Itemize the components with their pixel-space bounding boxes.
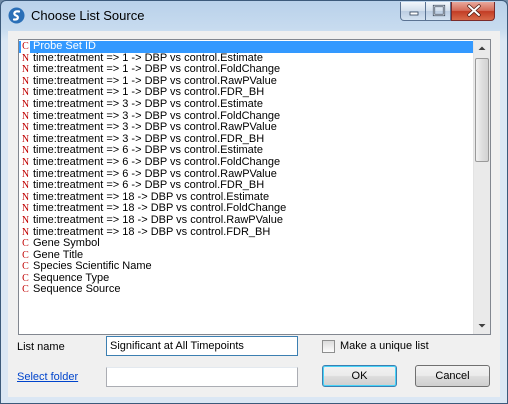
- list-item-label: time:treatment => 18 -> DBP vs control.R…: [33, 213, 283, 226]
- folder-input[interactable]: [106, 367, 298, 387]
- unique-list-checkbox[interactable]: [322, 340, 335, 353]
- column-type-badge: C: [22, 284, 29, 296]
- column-type-badge: N: [21, 191, 30, 203]
- list-name-label: List name: [17, 341, 65, 353]
- column-type-badge: N: [21, 214, 30, 226]
- column-type-badge: N: [21, 226, 30, 238]
- column-type-badge: N: [21, 64, 30, 76]
- scroll-up-arrow-icon[interactable]: [474, 40, 490, 57]
- maximize-icon: [432, 4, 446, 17]
- list-item-label: time:treatment => 6 -> DBP vs control.Es…: [33, 144, 263, 157]
- column-type-badge: N: [21, 180, 30, 192]
- list-item-label: time:treatment => 18 -> DBP vs control.E…: [33, 190, 270, 203]
- cancel-button[interactable]: Cancel: [415, 365, 490, 387]
- list-item-label: time:treatment => 3 -> DBP vs control.Fo…: [33, 109, 281, 122]
- list-item-label: Species Scientific Name: [33, 260, 152, 273]
- minimize-icon: [409, 11, 419, 16]
- list-item-label: Gene Title: [33, 248, 84, 261]
- unique-list-label[interactable]: Make a unique list: [340, 340, 429, 352]
- scroll-down-arrow-icon[interactable]: [474, 317, 490, 334]
- column-type-badge: N: [21, 168, 30, 180]
- column-type-badge: N: [21, 203, 30, 215]
- title-bar[interactable]: Choose List Source: [1, 1, 507, 31]
- column-type-badge: C: [22, 272, 29, 284]
- close-icon: [467, 4, 481, 17]
- column-type-badge: N: [21, 133, 30, 145]
- list-item-label: time:treatment => 6 -> DBP vs control.Fo…: [33, 155, 281, 168]
- column-type-badge: N: [21, 145, 30, 157]
- list-item-label: time:treatment => 1 -> DBP vs control.Fo…: [33, 63, 281, 76]
- column-type-badge: N: [21, 110, 30, 122]
- column-type-badge: N: [21, 156, 30, 168]
- list-item-label: time:treatment => 6 -> DBP vs control.FD…: [33, 179, 265, 192]
- list-item-label: time:treatment => 18 -> DBP vs control.F…: [33, 225, 271, 238]
- list-item-label: time:treatment => 1 -> DBP vs control.Ra…: [33, 74, 277, 87]
- column-type-badge: C: [22, 238, 29, 250]
- column-type-badge: C: [22, 249, 29, 261]
- list-item-label: Sequence Source: [33, 283, 121, 296]
- column-type-badge: C: [21, 41, 30, 53]
- list-item-label: time:treatment => 1 -> DBP vs control.FD…: [33, 86, 265, 99]
- list-item-label: Gene Symbol: [33, 237, 100, 250]
- close-button[interactable]: [451, 2, 495, 21]
- list-items: C Probe Set ID Ntime:treatment => 1 -> DBP…: [19, 40, 474, 296]
- column-type-badge: N: [21, 52, 30, 64]
- app-icon: [8, 7, 25, 24]
- column-type-badge: N: [21, 87, 30, 99]
- list-item-label: time:treatment => 6 -> DBP vs control.Ra…: [33, 167, 277, 180]
- ok-button[interactable]: OK: [322, 365, 397, 387]
- column-type-badge: N: [21, 98, 30, 110]
- list-item-label: time:treatment => 1 -> DBP vs control.Es…: [33, 51, 263, 64]
- list-name-input[interactable]: Significant at All Timepoints: [106, 336, 298, 356]
- list-item-label: time:treatment => 18 -> DBP vs control.F…: [33, 202, 287, 215]
- list-item-label: time:treatment => 3 -> DBP vs control.Es…: [33, 97, 263, 110]
- minimize-button[interactable]: [400, 2, 426, 21]
- column-type-badge: N: [21, 75, 30, 87]
- list-item-label: time:treatment => 3 -> DBP vs control.FD…: [33, 132, 265, 145]
- list-item-label: time:treatment => 3 -> DBP vs control.Ra…: [33, 121, 277, 134]
- dialog-body: C Probe Set ID Ntime:treatment => 1 -> DBP…: [8, 31, 500, 397]
- vertical-scrollbar[interactable]: [473, 40, 490, 334]
- column-type-badge: C: [22, 261, 29, 273]
- list-source-listbox[interactable]: C Probe Set ID Ntime:treatment => 1 -> DBP…: [18, 39, 491, 335]
- column-type-badge: N: [21, 122, 30, 134]
- maximize-button[interactable]: [425, 2, 451, 21]
- dialog-window: Choose List Source C Probe Set ID Ntime:tr…: [0, 0, 508, 404]
- list-item-label: Probe Set ID: [33, 40, 96, 52]
- window-title: Choose List Source: [31, 8, 145, 23]
- list-item[interactable]: C Sequence Source: [19, 284, 474, 296]
- list-item[interactable]: C Gene Symbol: [19, 237, 474, 250]
- scroll-thumb[interactable]: [475, 58, 489, 162]
- list-item-label: Sequence Type: [33, 271, 110, 284]
- select-folder-link[interactable]: Select folder: [17, 371, 78, 383]
